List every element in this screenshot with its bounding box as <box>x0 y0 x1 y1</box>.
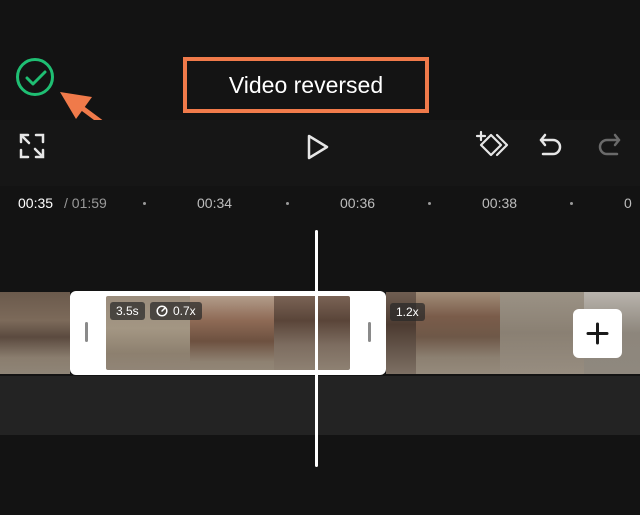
time-ruler: 00:35 / 01:59 00:34 00:36 00:38 0 <box>0 187 640 219</box>
confirm-button[interactable] <box>16 58 54 96</box>
clip-thumbnail <box>500 292 584 374</box>
check-icon <box>25 70 47 86</box>
redo-icon[interactable] <box>596 132 622 160</box>
current-time: 00:35 <box>18 195 54 211</box>
ruler-label: 00:36 <box>340 195 376 211</box>
ruler-dot <box>428 202 431 205</box>
ruler-label-partial: 0 <box>624 195 632 211</box>
play-icon[interactable] <box>305 133 331 161</box>
clip-duration-badge: 3.5s <box>110 302 145 320</box>
ruler-label: 00:34 <box>197 195 233 211</box>
add-keyframe-icon[interactable] <box>475 129 511 161</box>
total-duration: / 01:59 <box>64 195 107 211</box>
ruler-dot <box>286 202 289 205</box>
clip-left-handle[interactable] <box>85 322 88 342</box>
clip-thumbnail <box>274 296 350 370</box>
toast-text: Video reversed <box>228 71 384 98</box>
fullscreen-icon[interactable] <box>19 133 45 159</box>
clip-right-handle[interactable] <box>368 322 371 342</box>
ruler-dot <box>570 202 573 205</box>
video-clip-previous[interactable] <box>0 292 70 374</box>
editor-toolbar <box>0 120 640 186</box>
ruler-dot <box>143 202 146 205</box>
plus-icon <box>586 322 609 345</box>
playhead[interactable] <box>315 230 318 467</box>
clip-duration: 3.5s <box>116 304 139 318</box>
clip-speed: 1.2x <box>396 305 419 319</box>
toast-message: Video reversed <box>183 57 429 113</box>
clip-thumbnail <box>416 292 500 374</box>
clip-speed: 0.7x <box>173 304 196 318</box>
clip-thumbnail <box>0 292 70 374</box>
speed-gauge-icon <box>156 305 168 317</box>
clip-thumbnail <box>190 296 274 370</box>
selected-video-clip[interactable]: 3.5s 0.7x <box>70 291 386 375</box>
undo-icon[interactable] <box>538 132 564 160</box>
add-clip-button[interactable] <box>573 309 622 358</box>
ruler-label: 00:38 <box>482 195 518 211</box>
clip-speed-badge: 0.7x <box>150 302 202 320</box>
empty-track <box>0 376 640 435</box>
clip-speed-badge: 1.2x <box>390 303 425 321</box>
